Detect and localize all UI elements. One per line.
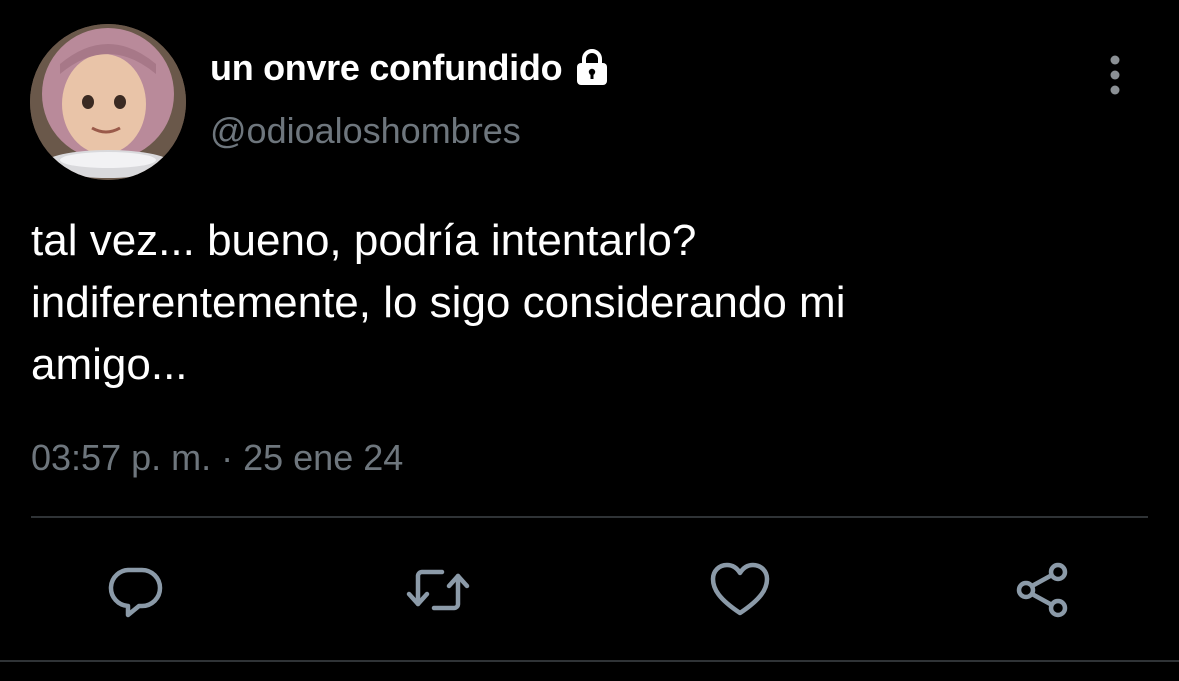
tweet-time: 03:57 p. m.	[31, 437, 212, 478]
avatar-image	[30, 24, 186, 180]
tweet-text-line: amigo...	[31, 340, 188, 389]
like-button[interactable]	[708, 558, 772, 622]
like-icon	[710, 562, 770, 616]
lock-icon	[572, 48, 612, 88]
more-vertical-icon[interactable]	[1098, 52, 1132, 98]
avatar[interactable]	[30, 24, 186, 180]
divider	[31, 516, 1148, 518]
reply-button[interactable]	[104, 558, 168, 622]
tweet-text-line: tal vez... bueno, podría intentarlo?	[31, 216, 697, 265]
author-name-row: un onvre confundido	[210, 44, 612, 92]
tweet-detail: un onvre confundido @odioaloshombres tal…	[0, 0, 1179, 681]
tweet-text: tal vez... bueno, podría intentarlo? ind…	[31, 210, 1141, 396]
meta-separator: ·	[211, 437, 244, 478]
tweet-timestamp[interactable]: 03:57 p. m. · 25 ene 24	[31, 437, 403, 479]
author-handle[interactable]: @odioaloshombres	[210, 110, 521, 152]
share-button[interactable]	[1010, 558, 1074, 622]
tweet-text-line: indiferentemente, lo sigo considerando m…	[31, 278, 846, 327]
tweet-date: 25 ene 24	[243, 437, 404, 478]
bottom-divider	[0, 660, 1179, 662]
share-icon	[1016, 562, 1068, 618]
retweet-button[interactable]	[406, 558, 470, 622]
author-display-name[interactable]: un onvre confundido	[210, 47, 563, 89]
retweet-icon	[406, 569, 470, 611]
reply-icon	[108, 567, 163, 618]
